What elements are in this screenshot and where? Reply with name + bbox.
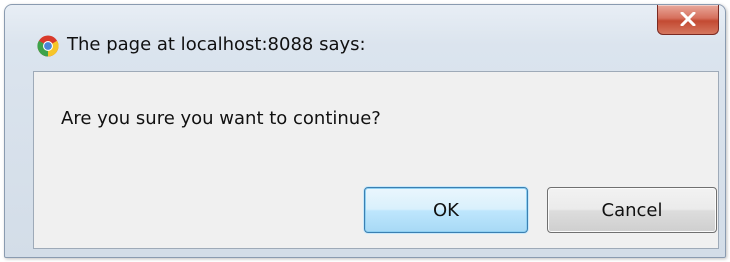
close-icon bbox=[680, 12, 696, 26]
cancel-button[interactable]: Cancel bbox=[547, 187, 717, 233]
alert-dialog: The page at localhost:8088 says: Are you… bbox=[4, 4, 726, 258]
dialog-title: The page at localhost:8088 says: bbox=[67, 34, 366, 55]
dialog-message: Are you sure you want to continue? bbox=[61, 108, 381, 129]
close-button[interactable] bbox=[657, 5, 719, 35]
dialog-content: Are you sure you want to continue? OK Ca… bbox=[33, 71, 719, 249]
chrome-icon bbox=[37, 35, 59, 57]
dialog-titlebar[interactable]: The page at localhost:8088 says: bbox=[5, 5, 725, 69]
ok-button[interactable]: OK bbox=[364, 187, 528, 233]
